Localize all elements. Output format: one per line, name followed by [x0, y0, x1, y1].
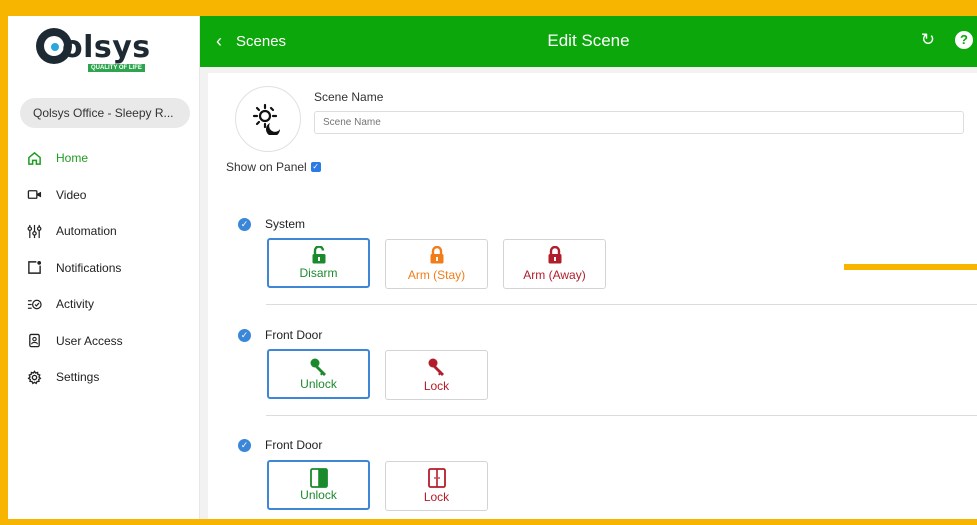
door-icon: [386, 468, 487, 488]
logo-tagline: QUALITY OF LIFE: [88, 64, 145, 72]
sliders-icon: [26, 223, 42, 239]
option-lock[interactable]: Lock: [385, 350, 488, 400]
sidebar-item-settings[interactable]: Settings: [8, 359, 198, 396]
page-title: Edit Scene: [547, 31, 630, 50]
option-arm-away[interactable]: Arm (Away): [503, 239, 606, 289]
sidebar-item-label: Notifications: [56, 260, 122, 275]
sidebar: olsys QUALITY OF LIFE Qolsys Office - Sl…: [8, 16, 200, 519]
option-unlock-door[interactable]: Unlock: [267, 460, 370, 510]
section-divider: [266, 415, 977, 416]
scene-icon-picker[interactable]: [235, 86, 301, 152]
qolsys-logo: olsys QUALITY OF LIFE: [36, 26, 176, 72]
logo-wordmark: olsys: [62, 30, 151, 65]
header-actions: ↻ ?: [921, 30, 973, 50]
sidebar-item-activity[interactable]: Activity: [8, 286, 198, 323]
door-icon: [269, 468, 368, 488]
sidebar-nav: Home Video Automation Notifications Acti…: [8, 140, 198, 396]
sun-moon-icon: [252, 103, 281, 135]
main-content: Scene Name Show on Panel ✓ ✓ System Disa…: [200, 67, 977, 519]
sidebar-item-automation[interactable]: Automation: [8, 213, 198, 250]
sidebar-item-notifications[interactable]: Notifications: [8, 250, 198, 287]
scene-name-label: Scene Name: [314, 90, 384, 104]
section-title: Front Door: [265, 328, 323, 342]
option-lock-door[interactable]: Lock: [385, 461, 488, 511]
section-check-icon[interactable]: ✓: [238, 328, 251, 342]
help-icon[interactable]: ?: [955, 31, 973, 49]
key-icon: [386, 357, 487, 377]
option-label: Disarm: [299, 266, 338, 280]
option-arm-stay[interactable]: Arm (Stay): [385, 239, 488, 289]
show-on-panel-checkbox[interactable]: ✓: [310, 162, 321, 172]
refresh-icon[interactable]: ↻: [921, 30, 935, 50]
home-icon: [26, 150, 42, 166]
section-check-icon[interactable]: ✓: [238, 217, 251, 231]
padlock-icon: [504, 246, 605, 264]
option-label: Lock: [423, 379, 450, 393]
padlock-icon: [386, 246, 487, 264]
unlocked-padlock-icon: [269, 246, 368, 264]
sidebar-item-video[interactable]: Video: [8, 177, 198, 214]
sidebar-item-label: Home: [56, 151, 89, 166]
highlight-bar: [844, 264, 977, 270]
sidebar-item-label: Video: [56, 187, 87, 202]
key-icon: [269, 357, 368, 377]
show-on-panel-label: Show on Panel: [226, 160, 307, 174]
section-divider: [266, 304, 977, 305]
gear-icon: [26, 369, 42, 385]
edit-scene-panel: Scene Name Show on Panel ✓ ✓ System Disa…: [208, 73, 977, 519]
activity-list-icon: [26, 296, 42, 312]
app-window: olsys QUALITY OF LIFE Qolsys Office - Sl…: [8, 16, 977, 519]
section-title: System: [265, 217, 306, 231]
sidebar-item-label: Automation: [56, 224, 117, 239]
top-bar: ‹ Scenes Edit Scene ↻ ?: [200, 16, 977, 67]
video-camera-icon: [26, 187, 42, 203]
option-unlock[interactable]: Unlock: [267, 349, 370, 399]
sidebar-item-label: Activity: [56, 297, 95, 312]
scene-name-input[interactable]: [314, 111, 964, 134]
user-badge-icon: [26, 333, 42, 349]
location-selector[interactable]: Qolsys Office - Sleepy R...: [20, 98, 190, 128]
option-label: Arm (Away): [523, 268, 586, 282]
option-label: Unlock: [300, 377, 337, 391]
section-front-door-lock-header[interactable]: ✓ Front Door: [238, 328, 322, 342]
section-check-icon[interactable]: ✓: [238, 438, 251, 452]
option-label: Arm (Stay): [407, 268, 466, 282]
notification-icon: [26, 260, 42, 276]
sidebar-item-label: Settings: [56, 370, 100, 385]
show-on-panel-row[interactable]: Show on Panel ✓: [226, 160, 321, 174]
sidebar-item-user-access[interactable]: User Access: [8, 323, 198, 360]
section-system-header[interactable]: ✓ System: [238, 217, 305, 231]
option-label: Lock: [423, 490, 450, 504]
sidebar-item-label: User Access: [56, 333, 123, 348]
sidebar-item-home[interactable]: Home: [8, 140, 198, 177]
section-title: Front Door: [265, 438, 323, 452]
section-front-door-header[interactable]: ✓ Front Door: [238, 438, 322, 452]
option-disarm[interactable]: Disarm: [267, 238, 370, 288]
option-label: Unlock: [300, 488, 337, 502]
